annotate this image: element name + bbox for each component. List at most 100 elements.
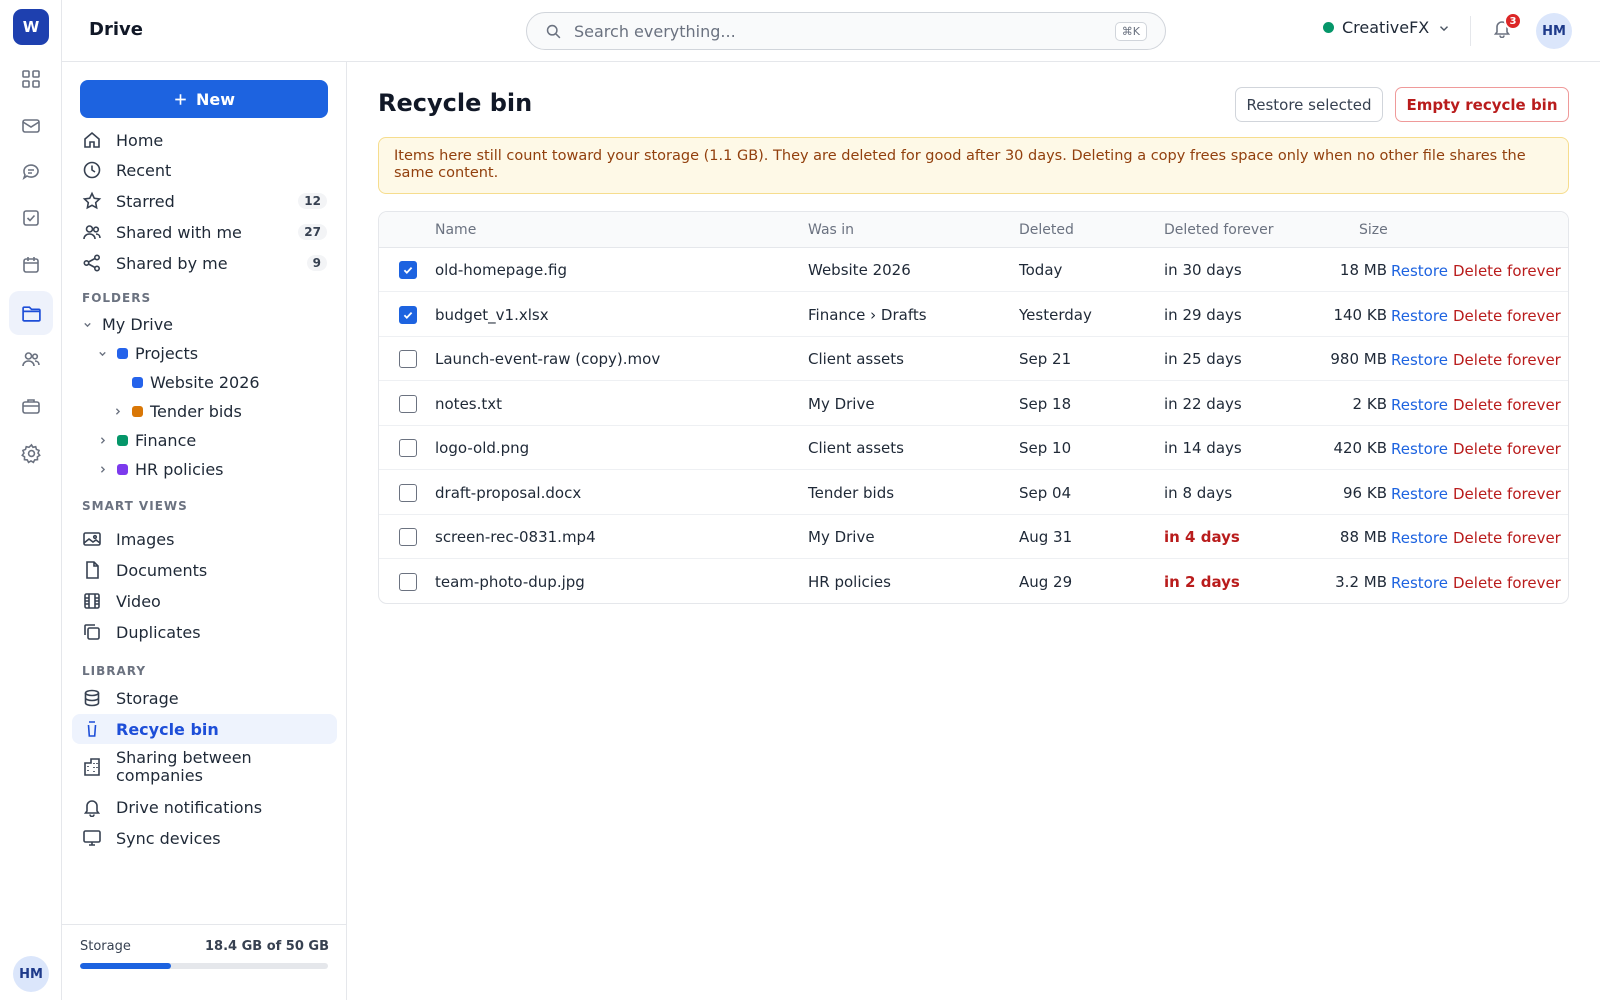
sidebar-item-recycle-bin[interactable]: Recycle bin — [72, 714, 337, 744]
chevron-right-icon[interactable] — [112, 406, 126, 417]
delete-forever-link[interactable]: Delete forever — [1453, 485, 1561, 503]
sidebar-item-sharing-between-companies[interactable]: Sharing between companies — [72, 748, 337, 786]
workspace-name: CreativeFX — [1342, 18, 1430, 37]
sidebar-item-video[interactable]: Video — [72, 586, 337, 616]
table-row[interactable]: screen-rec-0831.mp4 My Drive Aug 31 in 4 da… — [379, 515, 1568, 559]
delete-forever-link[interactable]: Delete forever — [1453, 574, 1561, 592]
calendar-icon[interactable] — [9, 243, 53, 287]
table-row[interactable]: logo-old.png Client assets Sep 10 in 14 day… — [379, 426, 1568, 470]
file-name[interactable]: draft-proposal.docx — [435, 484, 581, 502]
search-input[interactable] — [574, 21, 1115, 41]
workspace-switcher[interactable]: CreativeFX — [1323, 18, 1451, 37]
row-checkbox[interactable] — [399, 350, 417, 368]
table-row[interactable]: budget_v1.xlsx Finance › Drafts Yesterday i… — [379, 293, 1568, 337]
restore-link[interactable]: Restore — [1391, 485, 1448, 503]
delete-forever-link[interactable]: Delete forever — [1453, 396, 1561, 414]
file-name[interactable]: logo-old.png — [435, 439, 529, 457]
folder-projects[interactable]: Projects — [97, 340, 198, 366]
sidebar-item-drive-notifications[interactable]: Drive notifications — [72, 792, 337, 822]
chevron-down-icon[interactable] — [97, 348, 111, 359]
file-name[interactable]: budget_v1.xlsx — [435, 306, 549, 324]
column-name[interactable]: Name — [435, 222, 476, 238]
sidebar-item-starred[interactable]: Starred 12 — [72, 186, 337, 216]
table-row[interactable]: old-homepage.fig Website 2026 Today in 30 d… — [379, 248, 1568, 292]
delete-forever-link[interactable]: Delete forever — [1453, 351, 1561, 369]
restore-selected-button[interactable]: Restore selected — [1235, 87, 1383, 122]
delete-forever-link[interactable]: Delete forever — [1453, 262, 1561, 280]
drive-folder-icon[interactable] — [9, 291, 53, 335]
bell-icon — [82, 797, 104, 817]
row-checkbox[interactable] — [399, 439, 417, 457]
empty-recycle-bin-button[interactable]: Empty recycle bin — [1395, 87, 1569, 122]
column-size[interactable]: Size — [1359, 222, 1388, 238]
briefcase-icon[interactable] — [9, 384, 53, 428]
delete-forever-link[interactable]: Delete forever — [1453, 307, 1561, 325]
file-size: 2 KB — [1352, 394, 1387, 413]
delete-forever-link[interactable]: Delete forever — [1453, 440, 1561, 458]
row-checkbox[interactable] — [399, 394, 417, 413]
share-icon — [82, 253, 104, 273]
chevron-down-icon[interactable] — [82, 319, 96, 330]
folder-my-drive[interactable]: My Drive — [82, 311, 173, 337]
sidebar-item-label: Recent — [116, 160, 172, 180]
row-checkbox[interactable] — [399, 305, 417, 324]
sidebar-item-shared-by-me[interactable]: Shared by me 9 — [72, 248, 337, 278]
column-was-in[interactable]: Was in — [808, 222, 854, 238]
sidebar-item-documents[interactable]: Documents — [72, 555, 337, 585]
folder-finance[interactable]: Finance — [97, 427, 196, 453]
original-location: My Drive — [808, 528, 875, 546]
sidebar-item-storage[interactable]: Storage — [72, 683, 337, 713]
header-avatar[interactable]: HM — [1536, 13, 1572, 49]
deleted-forever-countdown: in 22 days — [1164, 394, 1242, 413]
restore-link[interactable]: Restore — [1391, 396, 1448, 414]
copy-icon — [82, 622, 104, 642]
restore-link[interactable]: Restore — [1391, 262, 1448, 280]
table-row[interactable]: team-photo-dup.jpg HR policies Aug 29 in 2 … — [379, 560, 1568, 604]
chat-icon[interactable] — [9, 150, 53, 194]
chevron-right-icon[interactable] — [97, 464, 111, 475]
sidebar-item-duplicates[interactable]: Duplicates — [72, 617, 337, 647]
table-row[interactable]: Launch-event-raw (copy).mov Client assets… — [379, 337, 1568, 381]
people-icon[interactable] — [9, 337, 53, 381]
restore-link[interactable]: Restore — [1391, 574, 1448, 592]
settings-gear-icon[interactable] — [9, 431, 53, 475]
user-avatar[interactable]: HM — [13, 956, 49, 992]
star-icon — [82, 191, 104, 211]
folder-website-2026[interactable]: Website 2026 — [132, 369, 260, 395]
mail-icon[interactable] — [9, 104, 53, 148]
workspace-logo[interactable]: W — [13, 9, 49, 45]
folder-tender-bids[interactable]: Tender bids — [112, 398, 242, 424]
restore-link[interactable]: Restore — [1391, 351, 1448, 369]
apps-grid-icon[interactable] — [9, 57, 53, 101]
file-name[interactable]: notes.txt — [435, 395, 502, 413]
restore-link[interactable]: Restore — [1391, 440, 1448, 458]
chevron-right-icon[interactable] — [97, 435, 111, 446]
new-button[interactable]: New — [80, 80, 328, 118]
sidebar-item-recent[interactable]: Recent — [72, 155, 337, 185]
column-deleted[interactable]: Deleted — [1019, 222, 1074, 238]
sidebar-item-shared-with-me[interactable]: Shared with me 27 — [72, 217, 337, 247]
deleted-date: Sep 10 — [1019, 439, 1072, 457]
table-row[interactable]: draft-proposal.docx Tender bids Sep 04 in 8… — [379, 471, 1568, 515]
file-name[interactable]: Launch-event-raw (copy).mov — [435, 350, 660, 368]
sidebar-item-sync-devices[interactable]: Sync devices — [72, 823, 337, 853]
table-row[interactable]: notes.txt My Drive Sep 18 in 22 days 2 KB Res… — [379, 382, 1568, 426]
sidebar-item-home[interactable]: Home — [72, 125, 337, 155]
row-checkbox[interactable] — [399, 483, 417, 502]
sidebar-item-images[interactable]: Images — [72, 524, 337, 554]
row-checkbox[interactable] — [399, 261, 417, 279]
restore-link[interactable]: Restore — [1391, 307, 1448, 325]
row-checkbox[interactable] — [399, 528, 417, 546]
delete-forever-link[interactable]: Delete forever — [1453, 529, 1561, 547]
row-checkbox[interactable] — [399, 572, 417, 591]
file-name[interactable]: old-homepage.fig — [435, 261, 567, 279]
film-icon — [82, 591, 104, 611]
file-name[interactable]: team-photo-dup.jpg — [435, 573, 585, 591]
column-deleted-forever[interactable]: Deleted forever — [1164, 222, 1274, 238]
folder-hr-policies[interactable]: HR policies — [97, 456, 224, 482]
folder-label: Projects — [135, 343, 199, 363]
search-bar[interactable]: ⌘K — [526, 12, 1166, 50]
tasks-icon[interactable] — [9, 196, 53, 240]
file-name[interactable]: screen-rec-0831.mp4 — [435, 528, 596, 546]
restore-link[interactable]: Restore — [1391, 529, 1448, 547]
